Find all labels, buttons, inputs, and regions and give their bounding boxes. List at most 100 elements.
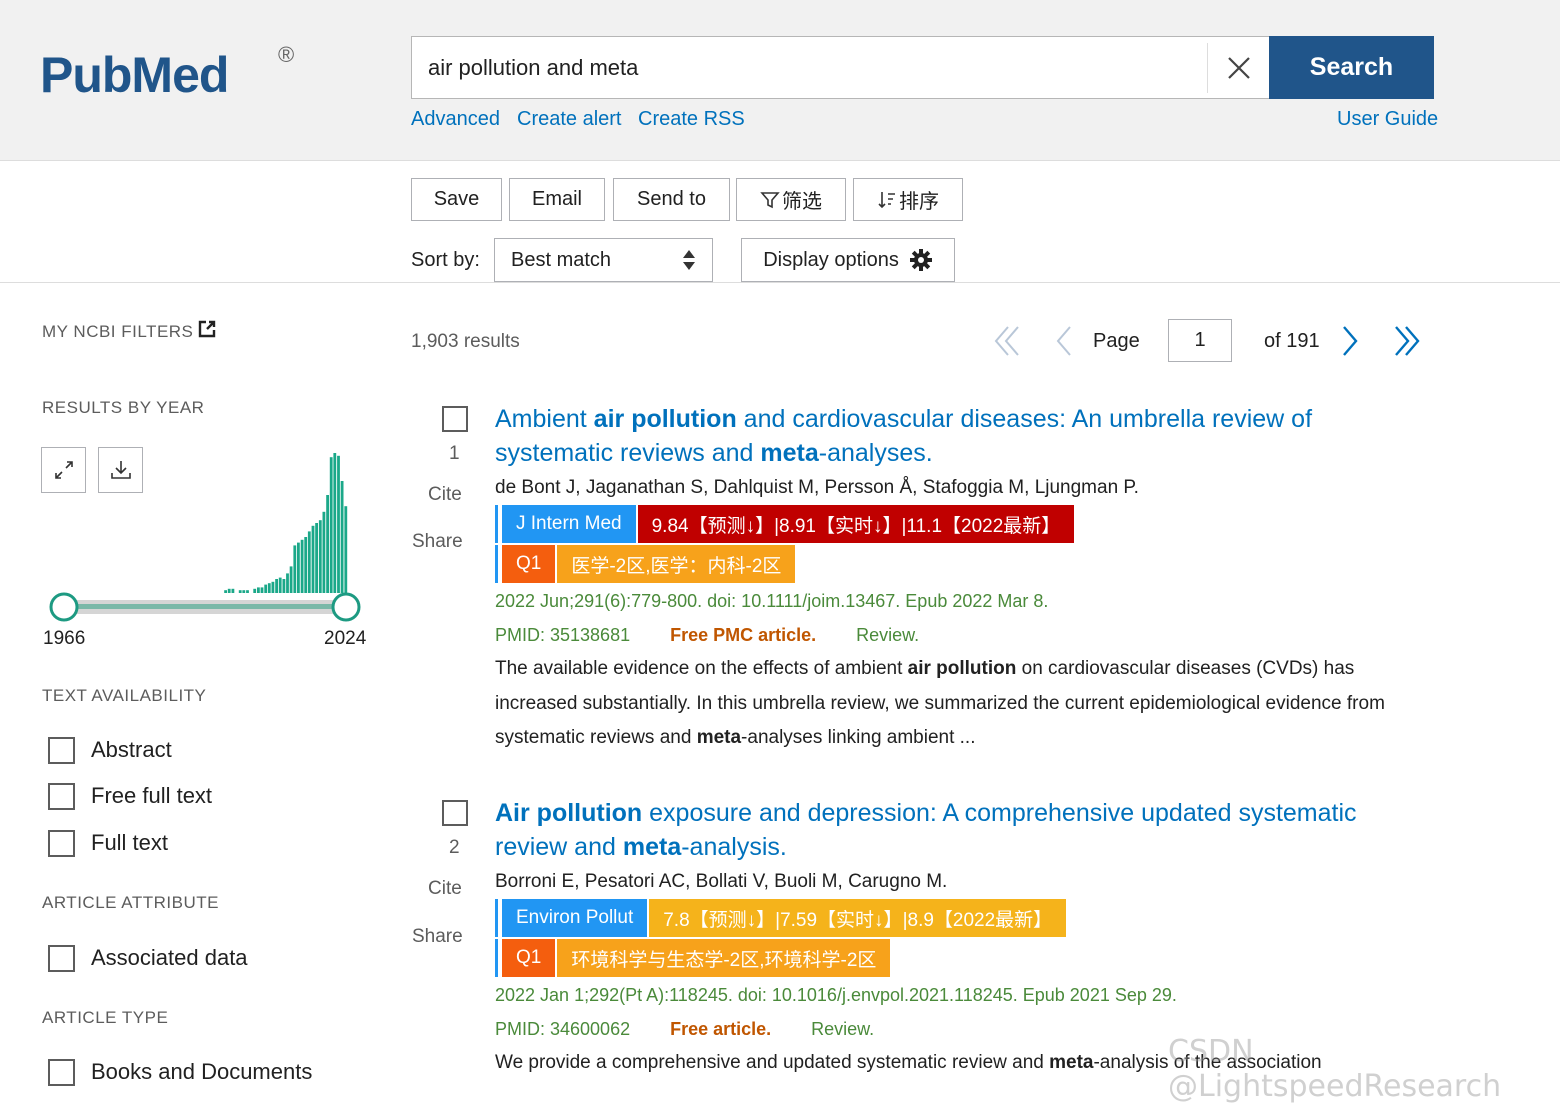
- year-bar[interactable]: [293, 545, 297, 593]
- send-to-label: Send to: [637, 188, 706, 210]
- email-button[interactable]: Email: [509, 178, 605, 221]
- filter-label: Abstract: [91, 737, 172, 762]
- year-end-label: 2024: [324, 628, 367, 649]
- previous-page-icon[interactable]: [1052, 323, 1076, 359]
- year-bar[interactable]: [329, 457, 333, 593]
- sort-label: 排序: [899, 191, 939, 213]
- title-text: Ambient: [495, 405, 594, 433]
- year-bar[interactable]: [289, 566, 293, 593]
- title-text: -analysis.: [681, 833, 787, 861]
- year-bar[interactable]: [344, 506, 348, 593]
- slider-handle-start[interactable]: [49, 592, 79, 622]
- journal-badges: Environ Pollut 7.8【预测↓】|7.59【实时↓】|8.9【20…: [495, 899, 1067, 937]
- year-bar[interactable]: [304, 537, 308, 593]
- sort-icon: [878, 191, 895, 208]
- checkbox[interactable]: [48, 782, 75, 810]
- page-total-label: of 191: [1264, 330, 1320, 352]
- filter-books-and-documents[interactable]: Books and Documents: [48, 1057, 312, 1087]
- filter-associated-data[interactable]: Associated data: [48, 943, 248, 973]
- first-page-icon[interactable]: [990, 323, 1024, 359]
- email-label: Email: [531, 188, 582, 210]
- year-bar[interactable]: [337, 455, 340, 593]
- article-type-label: Review.: [856, 625, 920, 645]
- year-bar[interactable]: [340, 481, 344, 593]
- advanced-link[interactable]: Advanced: [411, 108, 500, 131]
- year-bar[interactable]: [322, 511, 326, 593]
- result-pmid: PMID: 34600062: [495, 1019, 631, 1039]
- checkbox[interactable]: [48, 1058, 75, 1086]
- year-bar[interactable]: [333, 453, 337, 593]
- snippet-highlight: meta: [696, 727, 742, 748]
- article-type-label: Review.: [811, 1019, 875, 1039]
- user-guide-link[interactable]: User Guide: [1337, 108, 1438, 131]
- year-bar[interactable]: [307, 531, 311, 593]
- filter-icon: [760, 191, 780, 208]
- sort-select[interactable]: Best match: [494, 238, 713, 282]
- year-bar[interactable]: [326, 495, 329, 593]
- sort-selected-value: Best match: [511, 248, 612, 271]
- display-options-button[interactable]: Display options: [741, 238, 955, 282]
- year-bar[interactable]: [318, 520, 322, 593]
- result-title[interactable]: Ambient air pollution and cardiovascular…: [495, 402, 1395, 470]
- cite-button[interactable]: Cite: [428, 878, 462, 900]
- result-meta: PMID: 35138681 Free PMC article. Review.: [495, 625, 919, 646]
- save-button[interactable]: Save: [411, 178, 502, 221]
- external-link-icon[interactable]: [197, 319, 217, 339]
- snippet-highlight: meta: [1049, 1052, 1094, 1073]
- sort-button[interactable]: 排序: [853, 178, 963, 221]
- clear-search-button[interactable]: [1207, 43, 1269, 93]
- logo-text: PubMed: [40, 47, 229, 103]
- save-label: Save: [433, 188, 480, 210]
- updown-caret-icon: [683, 250, 695, 270]
- checkbox[interactable]: [48, 944, 75, 972]
- year-start-label: 1966: [43, 628, 86, 649]
- result-pmid: PMID: 35138681: [495, 625, 631, 645]
- year-bar[interactable]: [297, 542, 300, 593]
- year-bar[interactable]: [315, 523, 318, 593]
- search-button[interactable]: Search: [1269, 36, 1434, 99]
- last-page-icon[interactable]: [1390, 323, 1424, 359]
- article-attribute-heading: ARTICLE ATTRIBUTE: [42, 893, 219, 912]
- result-checkbox[interactable]: [442, 800, 468, 826]
- filter-free-full-text[interactable]: Free full text: [48, 781, 212, 811]
- slider-handle-end[interactable]: [331, 592, 361, 622]
- result-checkbox[interactable]: [442, 406, 468, 432]
- pubmed-logo[interactable]: PubMed ®: [40, 28, 310, 120]
- create-alert-link[interactable]: Create alert: [517, 108, 622, 131]
- gear-icon: [909, 249, 932, 271]
- free-article-label: Free article.: [670, 1019, 772, 1039]
- my-ncbi-filters-heading[interactable]: MY NCBI FILTERS: [42, 322, 193, 342]
- year-bar[interactable]: [300, 539, 304, 593]
- next-page-icon[interactable]: [1338, 323, 1362, 359]
- journal-badge[interactable]: Environ Pollut: [502, 899, 648, 937]
- snippet-highlight: air pollution: [907, 658, 1017, 679]
- title-highlight: air pollution: [593, 405, 737, 433]
- filter-label: Associated data: [91, 945, 248, 970]
- site-header: PubMed ® Search Advanced Create alert Cr…: [0, 0, 1560, 161]
- impact-factor-badge: 9.84【预测↓】|8.91【实时↓】|11.1【2022最新】: [637, 505, 1075, 543]
- share-button[interactable]: Share: [412, 531, 463, 553]
- search-input[interactable]: [428, 37, 1208, 98]
- page-label: Page: [1093, 330, 1140, 352]
- share-button[interactable]: Share: [412, 926, 463, 948]
- checkbox[interactable]: [48, 829, 75, 857]
- year-range-slider[interactable]: [48, 590, 368, 624]
- filter-abstract[interactable]: Abstract: [48, 735, 172, 765]
- filter-label: Free full text: [91, 783, 213, 808]
- cite-button[interactable]: Cite: [428, 484, 462, 506]
- result-title[interactable]: Air pollution exposure and depression: A…: [495, 796, 1395, 864]
- send-to-button[interactable]: Send to: [613, 178, 730, 221]
- quartile-badge: Q1: [502, 939, 556, 977]
- results-by-year-chart[interactable]: [40, 440, 370, 600]
- journal-badge[interactable]: J Intern Med: [502, 505, 636, 543]
- checkbox[interactable]: [48, 736, 75, 764]
- year-bar[interactable]: [311, 525, 315, 593]
- page-number-input[interactable]: [1168, 319, 1232, 362]
- watermark: CSDN @LightspeedResearch: [1168, 1034, 1502, 1104]
- filter-button[interactable]: 筛选: [736, 178, 846, 221]
- filter-label: Books and Documents: [91, 1059, 313, 1084]
- filter-full-text[interactable]: Full text: [48, 828, 168, 858]
- create-rss-link[interactable]: Create RSS: [638, 108, 745, 131]
- title-highlight: meta: [760, 439, 819, 467]
- results-count: 1,903 results: [411, 331, 520, 352]
